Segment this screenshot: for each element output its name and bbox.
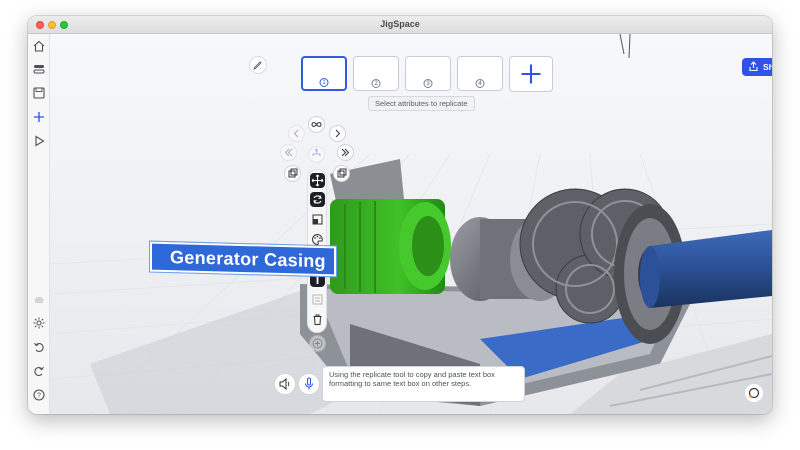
- replicate-tool-icon[interactable]: [310, 292, 325, 307]
- delete-icon[interactable]: [310, 312, 325, 327]
- add-icon[interactable]: [32, 110, 46, 124]
- step-number: 3: [423, 79, 433, 88]
- save-icon[interactable]: [32, 86, 46, 100]
- duplicate-left-button[interactable]: [284, 165, 301, 182]
- replicate-hint: Select attributes to replicate: [368, 96, 475, 111]
- redo-icon[interactable]: [32, 364, 46, 378]
- title-bar: JigSpace: [28, 16, 772, 34]
- share-label: Share: [763, 62, 772, 72]
- home-icon[interactable]: [32, 39, 46, 53]
- edit-steps-button[interactable]: [249, 56, 267, 74]
- more-icon[interactable]: [32, 410, 46, 414]
- help-circle-icon[interactable]: ?: [32, 388, 46, 402]
- window-title: JigSpace: [380, 19, 420, 29]
- next-step-button[interactable]: [329, 125, 346, 142]
- previous-step-button[interactable]: [288, 125, 305, 142]
- cloud-icon[interactable]: [32, 292, 46, 306]
- audio-button[interactable]: [274, 373, 296, 395]
- first-step-button[interactable]: [280, 144, 297, 161]
- model-tree-button[interactable]: [308, 146, 325, 163]
- generator-casing-label[interactable]: Generator Casing: [149, 240, 337, 278]
- step-thumbnail-3[interactable]: 3: [405, 56, 451, 91]
- scale-tool-icon[interactable]: [310, 212, 325, 227]
- rotate-tool-icon[interactable]: [310, 192, 325, 207]
- plus-icon: [521, 64, 541, 84]
- step-number: 1: [319, 78, 329, 87]
- step-thumbnail-4[interactable]: 4: [457, 56, 503, 91]
- share-button[interactable]: Share: [742, 58, 772, 76]
- last-step-button[interactable]: [337, 144, 354, 161]
- app-window: JigSpace ? 1 2 3 4 Select attributes to …: [28, 16, 772, 414]
- step-thumbnail-2[interactable]: 2: [353, 56, 399, 91]
- move-tool-icon[interactable]: [310, 173, 325, 188]
- color-palette-icon[interactable]: [310, 232, 325, 247]
- infinity-loop-button[interactable]: [308, 116, 325, 133]
- add-step-button[interactable]: [509, 56, 553, 92]
- step-number: 2: [371, 79, 381, 88]
- step-thumbnail-1[interactable]: 1: [301, 56, 347, 91]
- play-icon[interactable]: [32, 134, 46, 148]
- duplicate-right-button[interactable]: [333, 165, 350, 182]
- support-button[interactable]: [744, 383, 764, 403]
- gear-icon[interactable]: [32, 316, 46, 330]
- step-number: 4: [475, 79, 485, 88]
- generator-model-scene[interactable]: [50, 34, 772, 414]
- add-object-button[interactable]: [309, 335, 326, 352]
- undo-icon[interactable]: [32, 340, 46, 354]
- toggle-icon[interactable]: [32, 62, 46, 76]
- svg-text:?: ?: [37, 393, 41, 400]
- share-icon: [749, 61, 758, 72]
- microphone-button[interactable]: [298, 373, 320, 395]
- left-sidebar: ?: [28, 34, 50, 414]
- step-text-box[interactable]: Using the replicate tool to copy and pas…: [322, 366, 525, 402]
- 3d-viewport[interactable]: 1 2 3 4 Select attributes to replicate S…: [50, 34, 772, 414]
